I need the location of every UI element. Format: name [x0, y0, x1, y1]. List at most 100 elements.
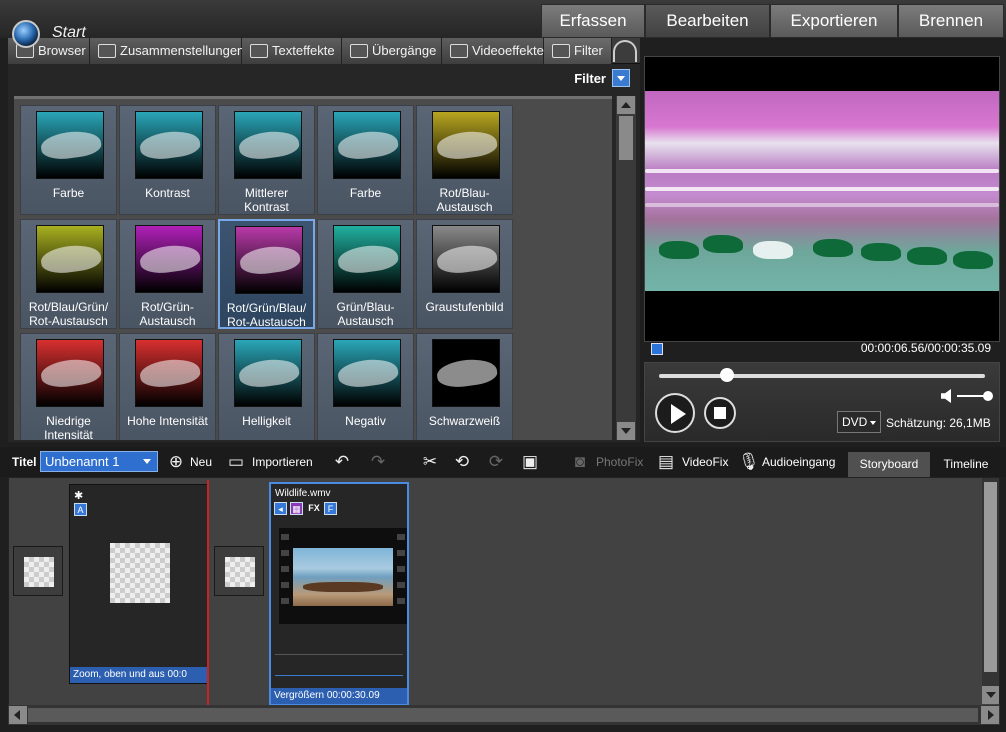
storyboard-clip-1[interactable]: ✱ A Zoom, oben und aus 00:0: [69, 484, 209, 684]
effect-label: Niedrige Intensität: [44, 414, 93, 440]
seek-handle[interactable]: [720, 368, 735, 382]
undo-icon[interactable]: ↶: [332, 452, 352, 472]
storyboard-clip-2[interactable]: Wildlife.wmv ◂ ▦ FX F Vergrößern 00:00:3…: [269, 482, 409, 706]
scroll-left-button[interactable]: [9, 706, 27, 724]
remove-image-icon[interactable]: ▣: [520, 452, 540, 472]
start-label[interactable]: Start: [52, 24, 86, 42]
stop-button[interactable]: [704, 397, 736, 429]
fx-icon[interactable]: FX: [306, 502, 322, 515]
wave-line: [645, 169, 999, 173]
storyboard-vscroll-thumb[interactable]: [984, 482, 997, 672]
dolphin-shape: [238, 242, 302, 278]
tab-timeline[interactable]: Timeline: [934, 452, 998, 477]
clip-thumbnail: [110, 543, 170, 603]
effect-tile[interactable]: Hohe Intensität: [119, 333, 216, 440]
tab-storyboard[interactable]: Storyboard: [848, 452, 930, 477]
effect-thumbnail: [333, 111, 401, 179]
wave-line: [645, 187, 999, 191]
effect-label: Rot/Grün/Blau/ Rot-Austausch: [226, 301, 307, 329]
add-icon[interactable]: ⊕: [166, 452, 186, 472]
audio-effects-icon[interactable]: [613, 40, 637, 62]
scroll-right-button[interactable]: [981, 706, 999, 724]
effects-panel: Filter Farbe Kontrast Mittlerer Kontrast Fa…: [8, 64, 640, 442]
effect-tile[interactable]: Graustufenbild: [416, 219, 513, 329]
empty-transition-icon: [24, 557, 54, 587]
effect-tile[interactable]: Grün/Blau-Austausch: [317, 219, 414, 329]
scroll-up-button[interactable]: [617, 96, 635, 114]
sprocket: [281, 566, 289, 572]
dolphin-shape: [336, 127, 400, 163]
tab-exportieren[interactable]: Exportieren: [770, 4, 898, 38]
rotate-image-icon[interactable]: ⟲: [452, 452, 472, 472]
subtab-zusammenstellungen[interactable]: Zusammenstellungen: [90, 38, 244, 64]
effect-tile[interactable]: Rot/Grün-Austausch: [119, 219, 216, 329]
scroll-thumb[interactable]: [619, 116, 633, 160]
transition-slot[interactable]: [13, 546, 63, 596]
timecode: 00:00:06.56/00:00:35.09: [860, 341, 991, 355]
subtab-texteffekte[interactable]: Texteffekte: [242, 38, 342, 64]
clip-star-icon: ✱: [74, 490, 84, 502]
microphone-icon[interactable]: 🎙: [738, 452, 760, 472]
video-frame[interactable]: [645, 91, 999, 291]
play-button[interactable]: [655, 393, 695, 433]
title-select[interactable]: Unbenannt 1: [40, 451, 158, 472]
seek-bar[interactable]: [659, 374, 985, 378]
dolphin-shape: [435, 355, 499, 391]
effect-tile[interactable]: Rot/Grün/Blau/ Rot-Austausch: [218, 219, 315, 329]
effect-tile[interactable]: Schwarzweiß: [416, 333, 513, 440]
size-estimate: Schätzung: 26,1MB: [886, 416, 991, 430]
effect-tile[interactable]: Helligkeit: [218, 333, 315, 440]
videofix-button[interactable]: VideoFix: [682, 447, 728, 477]
effect-tile[interactable]: Farbe: [20, 105, 117, 215]
clip-duration: 00:0: [167, 669, 187, 680]
dolphin-shape: [435, 127, 499, 163]
new-button[interactable]: Neu: [190, 447, 212, 477]
volume-handle[interactable]: [983, 391, 993, 401]
text-effect-icon[interactable]: A: [74, 503, 87, 516]
storyboard-hscroll[interactable]: [8, 705, 1000, 725]
tab-bearbeiten[interactable]: Bearbeiten: [645, 4, 770, 38]
audio-icon[interactable]: ◂: [274, 502, 287, 515]
effect-tile[interactable]: Rot/Blau/Grün/ Rot-Austausch: [20, 219, 117, 329]
effect-tile[interactable]: Rot/Blau-Austausch: [416, 105, 513, 215]
effect-thumbnail: [235, 226, 303, 294]
import-button[interactable]: Importieren: [252, 447, 313, 477]
filter-badge-icon[interactable]: F: [324, 502, 337, 515]
effect-tile[interactable]: Negativ: [317, 333, 414, 440]
storyboard-vscroll[interactable]: [982, 478, 999, 704]
effect-tile[interactable]: Farbe: [317, 105, 414, 215]
format-dropdown[interactable]: DVD: [837, 411, 881, 433]
audio-input-button[interactable]: Audioeingang: [762, 447, 835, 477]
scroll-down-button[interactable]: [617, 422, 635, 440]
effect-thumbnail: [333, 339, 401, 407]
dolphin-shape: [336, 355, 400, 391]
effect-label: Rot/Grün-Austausch: [139, 300, 196, 328]
scissors-icon[interactable]: ✂: [420, 452, 440, 472]
filter-dropdown-button[interactable]: [612, 69, 630, 87]
tab-brennen[interactable]: Brennen: [898, 4, 1004, 38]
effects-scrollbar[interactable]: [616, 96, 636, 440]
fullscreen-icon[interactable]: [651, 343, 663, 355]
film-icon[interactable]: ▤: [656, 452, 676, 472]
horse-shape: [907, 247, 947, 265]
subtab-filter[interactable]: Filter: [544, 38, 612, 64]
filter-icon: [552, 44, 570, 58]
volume-icon[interactable]: [941, 389, 951, 403]
effect-tile[interactable]: Mittlerer Kontrast: [218, 105, 315, 215]
grid-accent-bar: [14, 96, 36, 99]
effect-tile[interactable]: Kontrast: [119, 105, 216, 215]
effect-tile[interactable]: Niedrige Intensität: [20, 333, 117, 440]
storyboard-hscroll-thumb[interactable]: [28, 708, 978, 722]
storyboard-scroll-down[interactable]: [982, 686, 999, 704]
start-logo-icon[interactable]: [12, 20, 40, 48]
transition-slot[interactable]: [214, 546, 264, 596]
import-icon[interactable]: ▭: [226, 452, 246, 472]
color-effect-icon[interactable]: ▦: [290, 502, 303, 515]
video-preview: 00:00:06.56/00:00:35.09: [644, 56, 1000, 355]
tab-erfassen[interactable]: Erfassen: [541, 4, 645, 38]
subtab-videoeffekte[interactable]: Videoeffekte: [442, 38, 544, 64]
subtab-uebergaenge[interactable]: Übergänge: [342, 38, 442, 64]
effect-thumbnail: [135, 111, 203, 179]
clip-trim-bar[interactable]: [275, 654, 403, 676]
clip-effect-name: Zoom, oben und aus: [73, 669, 165, 680]
